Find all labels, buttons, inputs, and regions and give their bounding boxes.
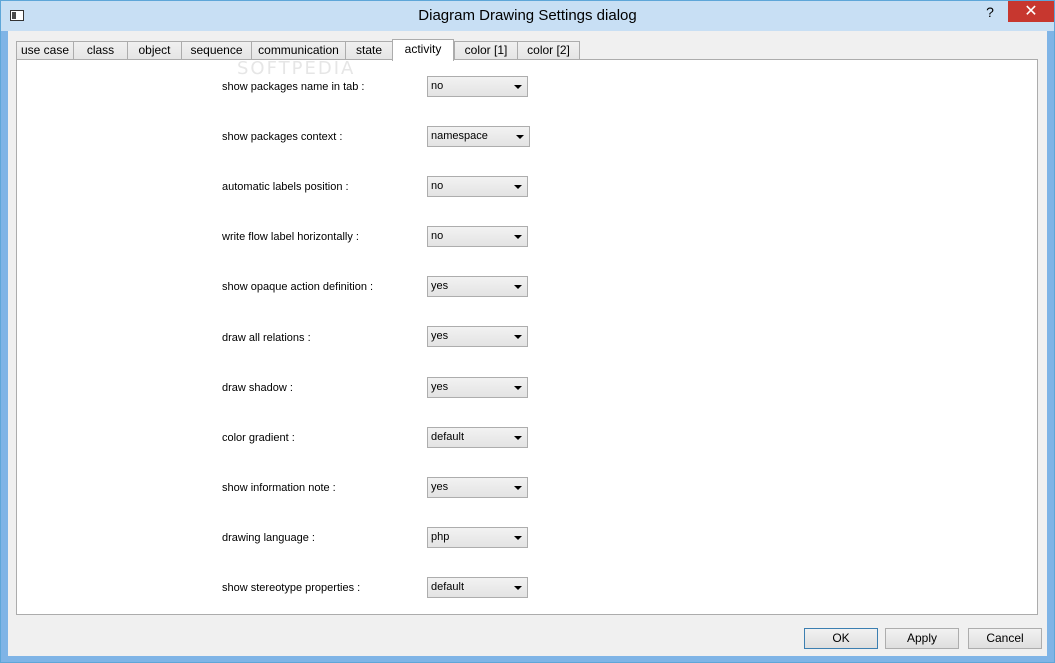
automatic-labels-position-select[interactable]: no [427, 176, 528, 197]
chevron-down-icon [514, 235, 522, 239]
setting-label: drawing language : [222, 532, 315, 544]
drawing-language-select[interactable]: php [427, 527, 528, 548]
tab-communication[interactable]: communication [251, 41, 346, 59]
select-value: php [431, 531, 450, 543]
chevron-down-icon [514, 486, 522, 490]
show-packages-name-select[interactable]: no [427, 76, 528, 97]
chevron-down-icon [514, 285, 522, 289]
setting-label: write flow label horizontally : [222, 231, 359, 243]
tab-color-1[interactable]: color [1] [454, 41, 518, 59]
setting-label: automatic labels position : [222, 181, 349, 193]
draw-shadow-select[interactable]: yes [427, 377, 528, 398]
window-title: Diagram Drawing Settings dialog [418, 7, 637, 24]
draw-all-relations-select[interactable]: yes [427, 326, 528, 347]
select-value: yes [431, 481, 449, 493]
select-value: no [431, 180, 444, 192]
select-value: default [431, 581, 465, 593]
help-button[interactable]: ? [977, 1, 1003, 23]
tab-state[interactable]: state [345, 41, 393, 59]
setting-label: show packages context : [222, 131, 343, 143]
select-value: yes [431, 330, 449, 342]
select-value: namespace [431, 130, 488, 142]
setting-label: show packages name in tab : [222, 81, 365, 93]
tab-color-2[interactable]: color [2] [517, 41, 580, 59]
chevron-down-icon [514, 536, 522, 540]
select-value: no [431, 80, 444, 92]
setting-label: show opaque action definition : [222, 281, 374, 293]
title-bar: Diagram Drawing Settings dialog ? ✕ [1, 1, 1054, 31]
chevron-down-icon [514, 436, 522, 440]
show-opaque-action-select[interactable]: yes [427, 276, 528, 297]
activity-settings-panel: SOFTPEDIA show packages name in tab : no… [16, 58, 1038, 615]
tab-class[interactable]: class [73, 41, 128, 59]
dialog-window: Diagram Drawing Settings dialog ? ✕ use … [0, 0, 1055, 663]
select-value: yes [431, 381, 449, 393]
chevron-down-icon [514, 335, 522, 339]
color-gradient-select[interactable]: default [427, 427, 528, 448]
setting-label: draw shadow : [222, 382, 293, 394]
setting-label: draw all relations : [222, 332, 311, 344]
chevron-down-icon [514, 185, 522, 189]
ok-button[interactable]: OK [804, 628, 878, 649]
chevron-down-icon [514, 386, 522, 390]
chevron-down-icon [516, 135, 524, 139]
write-flow-label-select[interactable]: no [427, 226, 528, 247]
select-value: no [431, 230, 444, 242]
cancel-button[interactable]: Cancel [968, 628, 1042, 649]
chevron-down-icon [514, 586, 522, 590]
chevron-down-icon [514, 85, 522, 89]
dialog-body: use case class object sequence communica… [8, 31, 1047, 656]
show-information-note-select[interactable]: yes [427, 477, 528, 498]
setting-label: show information note : [222, 482, 336, 494]
setting-label: show stereotype properties : [222, 582, 361, 594]
tab-sequence[interactable]: sequence [181, 41, 252, 59]
tab-object[interactable]: object [127, 41, 182, 59]
show-stereotype-properties-select[interactable]: default [427, 577, 528, 598]
tab-use-case[interactable]: use case [16, 41, 74, 59]
select-value: default [431, 431, 465, 443]
show-packages-context-select[interactable]: namespace [427, 126, 530, 147]
watermark: SOFTPEDIA [237, 58, 356, 79]
close-button[interactable]: ✕ [1008, 1, 1054, 22]
apply-button[interactable]: Apply [885, 628, 959, 649]
select-value: yes [431, 280, 449, 292]
tab-activity[interactable]: activity [392, 39, 454, 61]
setting-label: color gradient : [222, 432, 295, 444]
